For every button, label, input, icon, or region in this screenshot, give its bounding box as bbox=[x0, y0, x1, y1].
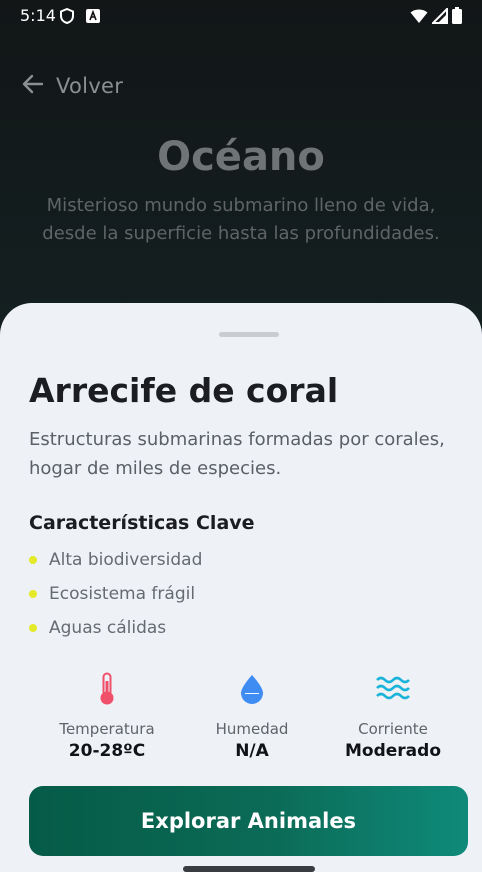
waves-icon bbox=[318, 671, 468, 707]
status-time: 5:14 bbox=[20, 6, 56, 25]
back-label: Volver bbox=[56, 74, 124, 98]
drag-handle[interactable] bbox=[219, 332, 279, 337]
explore-animals-button[interactable]: Explorar Animales bbox=[29, 786, 468, 856]
signal-icon bbox=[430, 6, 448, 28]
arrow-left-icon bbox=[22, 74, 44, 98]
feature-label: Alta biodiversidad bbox=[49, 550, 203, 570]
gesture-nav-bar bbox=[183, 866, 315, 872]
feature-label: Ecosistema frágil bbox=[49, 584, 196, 604]
stat-label: Humedad bbox=[215, 720, 289, 738]
habitat-title: Arrecife de coral bbox=[29, 371, 339, 410]
stat-temperature: Temperatura 20-28ºC bbox=[32, 671, 182, 761]
stat-value: Moderado bbox=[345, 741, 441, 761]
water-drop-icon bbox=[177, 671, 327, 707]
stats-row: Temperatura 20-28ºC Humedad N/A Corrient… bbox=[0, 671, 482, 761]
feature-label: Aguas cálidas bbox=[49, 618, 167, 638]
stat-value: 20-28ºC bbox=[68, 741, 146, 761]
features-title: Características Clave bbox=[29, 512, 255, 534]
habitat-description: Estructuras submarinas formadas por cora… bbox=[29, 429, 445, 479]
bottom-sheet: Arrecife de coral Estructuras submarinas… bbox=[0, 303, 482, 872]
list-item: Ecosistema frágil bbox=[29, 577, 202, 611]
list-item: Alta biodiversidad bbox=[29, 543, 202, 577]
font-a-icon bbox=[86, 8, 100, 27]
stat-label: Corriente bbox=[358, 720, 428, 738]
page-subtitle: Misterioso mundo submarino lleno de vida… bbox=[42, 195, 440, 244]
bullet-dot bbox=[29, 556, 37, 564]
list-item: Aguas cálidas bbox=[29, 611, 202, 645]
status-bar: 5:14 bbox=[0, 0, 482, 32]
bullet-dot bbox=[29, 590, 37, 598]
battery-icon bbox=[452, 7, 462, 28]
stat-current: Corriente Moderado bbox=[318, 671, 468, 761]
wifi-icon bbox=[410, 8, 428, 28]
bullet-dot bbox=[29, 624, 37, 632]
thermometer-icon bbox=[32, 671, 182, 707]
features-list: Alta biodiversidad Ecosistema frágil Agu… bbox=[29, 543, 202, 645]
shield-icon bbox=[60, 7, 74, 28]
stat-label: Temperatura bbox=[59, 720, 155, 738]
stat-humidity: Humedad N/A bbox=[177, 671, 327, 761]
page-title: Océano bbox=[157, 134, 325, 180]
stat-value: N/A bbox=[235, 741, 269, 761]
back-button[interactable]: Volver bbox=[22, 74, 123, 98]
